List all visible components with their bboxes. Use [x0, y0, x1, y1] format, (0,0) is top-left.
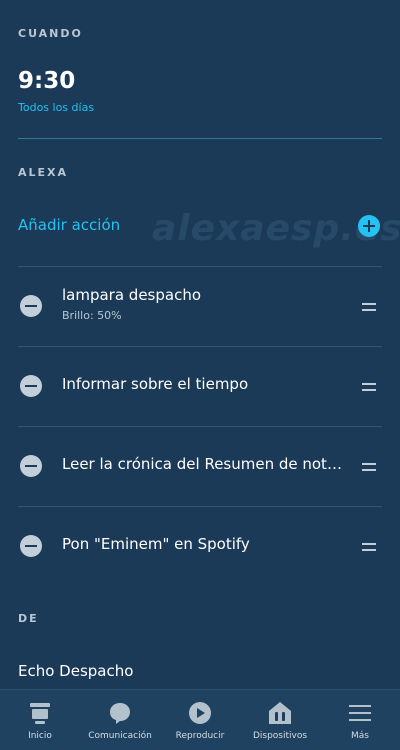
home-icon	[30, 703, 50, 724]
action-title: Informar sobre el tiempo	[62, 375, 249, 393]
nav-label: Reproducir	[175, 731, 225, 741]
drag-handle-icon[interactable]	[362, 542, 376, 552]
remove-icon[interactable]	[20, 535, 42, 557]
drag-handle-icon[interactable]	[362, 462, 376, 472]
divider	[18, 138, 382, 139]
remove-icon[interactable]	[20, 295, 42, 317]
remove-icon[interactable]	[20, 455, 42, 477]
menu-icon	[349, 705, 371, 721]
devices-icon	[269, 702, 291, 724]
action-row[interactable]: Leer la crónica del Resumen de noticias	[0, 426, 400, 506]
nav-comunicacion[interactable]: Comunicación	[80, 690, 160, 750]
chat-bubble-icon	[110, 703, 130, 724]
action-row[interactable]: lampara despacho Brillo: 50%	[0, 266, 400, 346]
when-section-label: CUANDO	[18, 27, 83, 40]
nav-dispositivos[interactable]: Dispositivos	[240, 690, 320, 750]
nav-label: Dispositivos	[252, 731, 308, 741]
device-name[interactable]: Echo Despacho	[18, 662, 133, 680]
nav-label: Comunicación	[88, 731, 152, 741]
action-row[interactable]: Pon "Eminem" en Spotify	[0, 506, 400, 586]
drag-handle-icon[interactable]	[362, 382, 376, 392]
nav-label: Más	[351, 731, 369, 741]
remove-icon[interactable]	[20, 375, 42, 397]
from-section-label: DE	[18, 612, 39, 625]
alexa-section-label: ALEXA	[18, 166, 69, 179]
play-icon	[189, 702, 211, 724]
add-action-button[interactable]: Añadir acción	[18, 216, 120, 234]
bottom-nav: Inicio Comunicación Reproducir Dispositi…	[0, 689, 400, 750]
nav-inicio[interactable]: Inicio	[0, 690, 80, 750]
add-icon[interactable]	[358, 215, 380, 237]
recurrence-text[interactable]: Todos los días	[18, 101, 94, 114]
drag-handle-icon[interactable]	[362, 302, 376, 312]
action-title: Pon "Eminem" en Spotify	[62, 535, 250, 553]
action-title: Leer la crónica del Resumen de noticias	[62, 455, 344, 473]
action-title: lampara despacho	[62, 286, 202, 304]
schedule-time[interactable]: 9:30	[18, 68, 75, 94]
action-row[interactable]: Informar sobre el tiempo	[0, 346, 400, 426]
nav-label: Inicio	[28, 731, 52, 741]
nav-reproducir[interactable]: Reproducir	[160, 690, 240, 750]
nav-mas[interactable]: Más	[320, 690, 400, 750]
action-subtitle: Brillo: 50%	[62, 309, 122, 322]
